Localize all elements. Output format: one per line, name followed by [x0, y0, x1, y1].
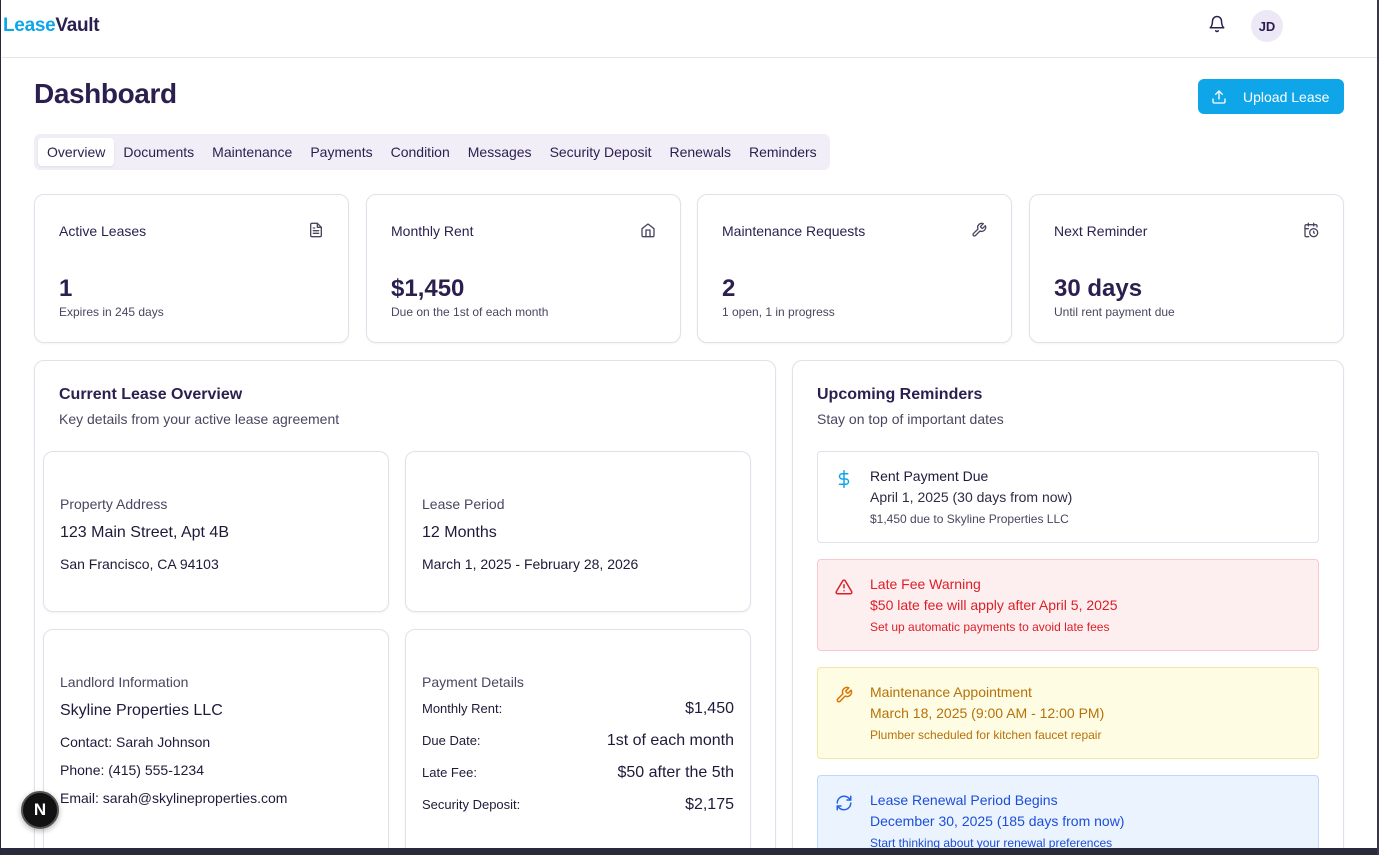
landlord-name: Skyline Properties LLC [60, 702, 223, 719]
payment-key: Monthly Rent: [422, 701, 503, 716]
payment-value: $1,450 [685, 700, 734, 717]
reminder-date: $50 late fee will apply after April 5, 2… [870, 597, 1118, 613]
payment-value: 1st of each month [606, 732, 734, 749]
payment-row-late-fee: Late Fee: $50 after the 5th [422, 764, 734, 782]
app-logo[interactable]: LeaseVault [3, 15, 100, 37]
payment-row-security-deposit: Security Deposit: $2,175 [422, 796, 734, 814]
stat-value: 2 [722, 275, 736, 302]
bell-icon[interactable] [1208, 15, 1226, 33]
tab-condition[interactable]: Condition [382, 138, 459, 166]
stat-card-maintenance-requests: Maintenance Requests 2 1 open, 1 in prog… [697, 194, 1012, 343]
stat-value: 30 days [1054, 275, 1143, 302]
landlord-information-card: Landlord Information Skyline Properties … [43, 629, 389, 855]
calendar-clock-icon [1304, 222, 1319, 238]
tab-overview[interactable]: Overview [38, 138, 115, 166]
wrench-icon [836, 686, 853, 703]
lease-duration: 12 Months [422, 524, 497, 541]
reminder-title: Rent Payment Due [870, 468, 989, 484]
tab-security-deposit[interactable]: Security Deposit [541, 138, 661, 166]
reminder-note: Set up automatic payments to avoid late … [870, 620, 1110, 634]
reminder-date: April 1, 2025 (30 days from now) [870, 489, 1073, 505]
stat-card-monthly-rent: Monthly Rent $1,450 Due on the 1st of ea… [366, 194, 681, 343]
reminder-note: $1,450 due to Skyline Properties LLC [870, 512, 1069, 526]
payment-row-due-date: Due Date: 1st of each month [422, 732, 734, 750]
stat-subtext: Due on the 1st of each month [391, 305, 549, 319]
card-label: Lease Period [422, 496, 505, 512]
home-icon [641, 223, 655, 238]
upload-lease-button[interactable]: Upload Lease [1198, 79, 1344, 114]
tab-documents[interactable]: Documents [114, 138, 203, 166]
property-city: San Francisco, CA 94103 [60, 556, 219, 572]
payment-row-monthly-rent: Monthly Rent: $1,450 [422, 700, 734, 718]
stat-label: Next Reminder [1054, 223, 1148, 239]
payment-key: Security Deposit: [422, 797, 521, 812]
reminder-note: Plumber scheduled for kitchen faucet rep… [870, 728, 1102, 742]
stat-card-next-reminder: Next Reminder 30 days Until rent payment… [1029, 194, 1344, 343]
property-street: 123 Main Street, Apt 4B [60, 524, 229, 541]
reminder-maintenance-appointment[interactable]: Maintenance Appointment March 18, 2025 (… [817, 667, 1319, 759]
document-icon [310, 222, 322, 238]
logo-lease-text: Lease [3, 15, 56, 36]
card-label: Payment Details [422, 674, 524, 690]
current-lease-overview-panel: Current Lease Overview Key details from … [34, 360, 776, 855]
stat-label: Active Leases [59, 223, 147, 239]
reminder-title: Late Fee Warning [870, 576, 981, 592]
payment-key: Late Fee: [422, 765, 477, 780]
tab-messages[interactable]: Messages [459, 138, 541, 166]
wrench-icon [972, 222, 987, 237]
stat-label: Maintenance Requests [722, 223, 866, 239]
tab-bar: Overview Documents Maintenance Payments … [34, 134, 830, 170]
reminder-date: March 18, 2025 (9:00 AM - 12:00 PM) [870, 705, 1105, 721]
payment-value: $2,175 [685, 796, 734, 813]
top-navbar: LeaseVault JD [2, 0, 1378, 58]
warning-icon [835, 579, 853, 595]
stat-value: $1,450 [391, 275, 465, 302]
page-title: Dashboard [34, 78, 177, 109]
dollar-icon [838, 470, 850, 488]
stat-card-active-leases: Active Leases 1 Expires in 245 days [34, 194, 349, 343]
window-bottom-edge [1, 848, 1379, 855]
lease-date-range: March 1, 2025 - February 28, 2026 [422, 556, 639, 572]
reminder-late-fee-warning[interactable]: Late Fee Warning $50 late fee will apply… [817, 559, 1319, 651]
stat-label: Monthly Rent [391, 223, 474, 239]
landlord-contact: Contact: Sarah Johnson [60, 734, 211, 750]
panel-subtitle: Key details from your active lease agree… [59, 411, 340, 427]
refresh-icon [836, 795, 852, 811]
reminder-date: December 30, 2025 (185 days from now) [870, 813, 1125, 829]
logo-vault-text: Vault [55, 15, 100, 36]
landlord-phone: Phone: (415) 555-1234 [60, 762, 204, 778]
stat-subtext: Until rent payment due [1054, 305, 1175, 319]
payment-value: $50 after the 5th [617, 764, 734, 781]
tab-maintenance[interactable]: Maintenance [203, 138, 301, 166]
dev-tools-badge[interactable]: N [21, 791, 59, 829]
stat-subtext: 1 open, 1 in progress [722, 305, 835, 319]
upcoming-reminders-panel: Upcoming Reminders Stay on top of import… [792, 360, 1344, 855]
user-avatar[interactable]: JD [1251, 10, 1283, 42]
card-label: Landlord Information [60, 674, 189, 690]
reminder-title: Maintenance Appointment [870, 684, 1032, 700]
tab-renewals[interactable]: Renewals [661, 138, 740, 166]
upload-lease-label: Upload Lease [1243, 89, 1330, 105]
upload-icon [1212, 90, 1226, 104]
payment-key: Due Date: [422, 733, 481, 748]
tab-reminders[interactable]: Reminders [740, 138, 826, 166]
reminder-title: Lease Renewal Period Begins [870, 792, 1058, 808]
property-address-card: Property Address 123 Main Street, Apt 4B… [43, 451, 389, 612]
stat-value: 1 [59, 275, 73, 302]
panel-title: Current Lease Overview [59, 386, 243, 403]
payment-details-card: Payment Details Monthly Rent: $1,450 Due… [405, 629, 751, 855]
tab-payments[interactable]: Payments [301, 138, 381, 166]
panel-title: Upcoming Reminders [817, 386, 983, 403]
app-window: LeaseVault JD Dashboard Upload Lease Ove… [0, 0, 1379, 855]
card-label: Property Address [60, 496, 168, 512]
lease-period-card: Lease Period 12 Months March 1, 2025 - F… [405, 451, 751, 612]
landlord-email: Email: sarah@skylineproperties.com [60, 790, 288, 806]
reminder-lease-renewal[interactable]: Lease Renewal Period Begins December 30,… [817, 775, 1319, 855]
panel-subtitle: Stay on top of important dates [817, 411, 1004, 427]
reminder-rent-payment-due[interactable]: Rent Payment Due April 1, 2025 (30 days … [817, 451, 1319, 543]
stat-subtext: Expires in 245 days [59, 305, 164, 319]
